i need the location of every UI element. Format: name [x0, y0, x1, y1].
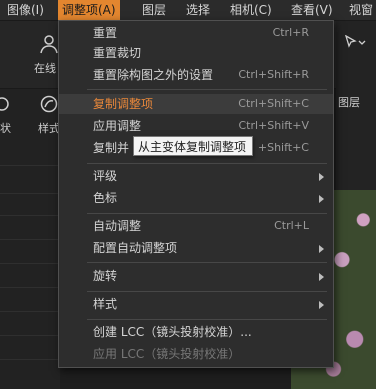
menu-separator: [87, 213, 327, 214]
menu-separator: [87, 319, 327, 320]
menu-separator: [87, 262, 327, 263]
cursor-icon[interactable]: [344, 34, 366, 52]
menu-item-label: 样式: [93, 297, 118, 311]
menu-item-rotate[interactable]: 旋转: [59, 266, 333, 286]
menu-item-label: 旋转: [93, 269, 118, 283]
menu-item-color-tag[interactable]: 色标: [59, 188, 333, 208]
user-icon[interactable]: [40, 34, 58, 57]
menu-item-label: 复制并: [93, 141, 130, 155]
submenu-arrow-icon: [319, 273, 324, 281]
menu-item-create-lcc[interactable]: 创建 LCC（镜头投射校准）...: [59, 322, 333, 342]
adjustments-dropdown-menu: 重置 Ctrl+R 重置裁切 重置除构图之外的设置 Ctrl+Shift+R 复…: [58, 20, 334, 368]
menu-window[interactable]: 视窗: [349, 0, 373, 20]
submenu-arrow-icon: [319, 245, 324, 253]
menu-separator: [87, 291, 327, 292]
style-tab-label[interactable]: 样式: [38, 120, 60, 136]
menu-item-rating[interactable]: 评级: [59, 166, 333, 186]
menu-item-auto-adjust[interactable]: 自动调整 Ctrl+L: [59, 216, 333, 236]
menu-adjustments[interactable]: 调整项(A): [58, 0, 120, 20]
menu-item-label: 应用调整: [93, 119, 142, 133]
tooltip: 从主变体复制调整项: [133, 136, 253, 156]
menu-bar: 图像(I) 调整项(A) 图层 选择 相机(C) 查看(V) 视窗: [0, 0, 376, 21]
menu-item-shortcut: Ctrl+Shift+R: [238, 68, 309, 81]
menu-item-reset[interactable]: 重置 Ctrl+R: [59, 23, 333, 43]
menu-item-label: 应用 LCC（镜头投射校准）: [93, 347, 241, 361]
adjust-icon[interactable]: [0, 96, 10, 115]
menu-item-shortcut: Ctrl+Shift+V: [238, 119, 309, 132]
menu-separator: [87, 163, 327, 164]
menu-select[interactable]: 选择: [186, 0, 210, 20]
menu-view[interactable]: 查看(V): [291, 0, 333, 20]
menu-item-shortcut: Ctrl+L: [274, 219, 309, 232]
menu-item-label: 评级: [93, 169, 118, 183]
menu-item-reset-except-composition[interactable]: 重置除构图之外的设置 Ctrl+Shift+R: [59, 65, 333, 85]
menu-layers[interactable]: 图层: [142, 0, 166, 20]
menu-item-label: 创建 LCC（镜头投射校准）...: [93, 325, 252, 339]
menu-separator: [87, 89, 327, 90]
style-icon[interactable]: [40, 95, 58, 116]
menu-image[interactable]: 图像(I): [7, 0, 44, 20]
tab-fragment-label[interactable]: 状: [0, 120, 11, 136]
menu-item-apply-lcc: 应用 LCC（镜头投射校准）: [59, 344, 333, 364]
menu-item-apply-adjustments[interactable]: 应用调整 Ctrl+Shift+V: [59, 116, 333, 136]
online-label[interactable]: 在线: [34, 60, 56, 76]
menu-item-styles[interactable]: 样式: [59, 294, 333, 314]
menu-item-shortcut: +Shift+C: [257, 141, 309, 154]
layers-label: 图层: [338, 96, 360, 109]
menu-item-label: 配置自动调整项: [93, 241, 178, 255]
submenu-arrow-icon: [319, 173, 324, 181]
submenu-arrow-icon: [319, 301, 324, 309]
menu-item-label: 自动调整: [93, 219, 142, 233]
menu-item-label: 色标: [93, 191, 118, 205]
menu-item-label: 重置裁切: [93, 46, 142, 60]
menu-item-reset-crop[interactable]: 重置裁切: [59, 43, 333, 63]
menu-item-configure-auto-adjust[interactable]: 配置自动调整项: [59, 238, 333, 258]
menu-camera[interactable]: 相机(C): [230, 0, 272, 20]
submenu-arrow-icon: [319, 195, 324, 203]
menu-item-label: 重置: [93, 26, 118, 40]
menu-item-copy-adjustments[interactable]: 复制调整项 Ctrl+Shift+C: [59, 94, 333, 114]
menu-item-label: 重置除构图之外的设置: [93, 68, 214, 82]
menu-item-shortcut: Ctrl+R: [272, 26, 309, 39]
menu-item-shortcut: Ctrl+Shift+C: [238, 97, 309, 110]
menu-item-label: 复制调整项: [93, 97, 154, 111]
